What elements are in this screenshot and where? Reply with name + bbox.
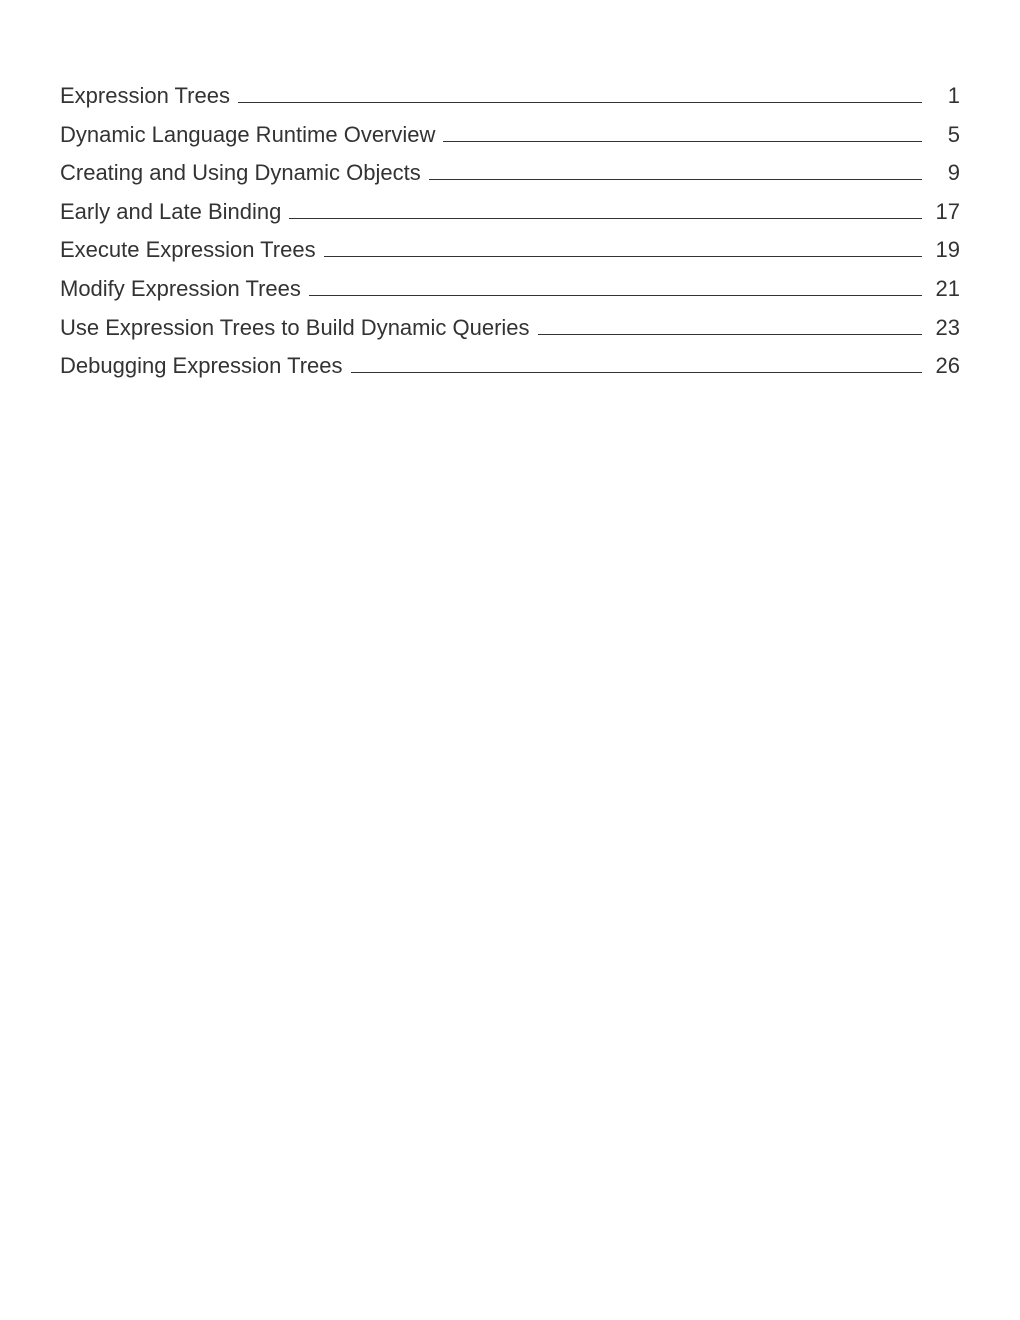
toc-page-number: 26 xyxy=(930,352,960,381)
toc-entry: Early and Late Binding 17 xyxy=(60,198,960,227)
toc-entry: Dynamic Language Runtime Overview 5 xyxy=(60,121,960,150)
toc-leader xyxy=(429,179,922,180)
toc-leader xyxy=(538,334,922,335)
toc-page-number: 1 xyxy=(930,82,960,111)
toc-page-number: 9 xyxy=(930,159,960,188)
toc-entry: Execute Expression Trees 19 xyxy=(60,236,960,265)
toc-title[interactable]: Modify Expression Trees xyxy=(60,275,301,304)
toc-title[interactable]: Use Expression Trees to Build Dynamic Qu… xyxy=(60,314,530,343)
toc-entry: Debugging Expression Trees 26 xyxy=(60,352,960,381)
table-of-contents: Expression Trees 1 Dynamic Language Runt… xyxy=(60,82,960,381)
toc-title[interactable]: Creating and Using Dynamic Objects xyxy=(60,159,421,188)
toc-title[interactable]: Dynamic Language Runtime Overview xyxy=(60,121,435,150)
toc-page-number: 5 xyxy=(930,121,960,150)
toc-page-number: 19 xyxy=(930,236,960,265)
toc-title[interactable]: Early and Late Binding xyxy=(60,198,281,227)
toc-title[interactable]: Expression Trees xyxy=(60,82,230,111)
toc-leader xyxy=(351,372,923,373)
toc-leader xyxy=(289,218,922,219)
toc-page-number: 17 xyxy=(930,198,960,227)
toc-page-number: 23 xyxy=(930,314,960,343)
toc-entry: Modify Expression Trees 21 xyxy=(60,275,960,304)
toc-entry: Creating and Using Dynamic Objects 9 xyxy=(60,159,960,188)
toc-entry: Use Expression Trees to Build Dynamic Qu… xyxy=(60,314,960,343)
toc-title[interactable]: Execute Expression Trees xyxy=(60,236,316,265)
toc-leader xyxy=(309,295,922,296)
toc-title[interactable]: Debugging Expression Trees xyxy=(60,352,343,381)
toc-entry: Expression Trees 1 xyxy=(60,82,960,111)
toc-leader xyxy=(324,256,922,257)
toc-leader xyxy=(238,102,922,103)
toc-page-number: 21 xyxy=(930,275,960,304)
toc-leader xyxy=(443,141,922,142)
